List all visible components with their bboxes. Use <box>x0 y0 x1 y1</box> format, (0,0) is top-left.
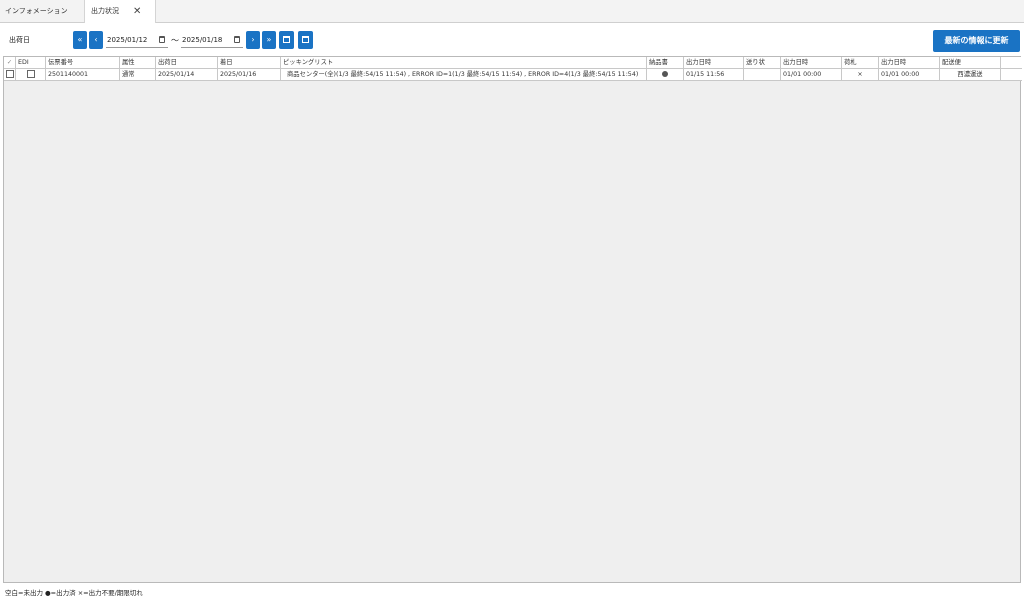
col-carrier[interactable]: 配送便 <box>940 57 1001 69</box>
cell-attribute[interactable]: 通常 <box>120 69 156 81</box>
date-range-separator: ～ <box>171 36 179 45</box>
toolbar: 出荷日 « ‹ 2025/01/12 ～ 2025/01/18 › » 最新の情… <box>0 23 1024 56</box>
printed-status-icon <box>662 70 668 77</box>
cell-output-datetime[interactable]: 01/01 00:00 <box>879 69 940 81</box>
cell-picking-list[interactable]: 商品センター(全)(1/3 最終:54/15 11:54) , ERROR ID… <box>281 69 647 81</box>
first-week-button[interactable]: « <box>73 31 87 49</box>
row-select-checkbox[interactable] <box>4 69 16 81</box>
col-ship-date[interactable]: 出荷日 <box>156 57 218 69</box>
calendar-icon[interactable] <box>234 36 240 43</box>
cell-filler <box>1001 69 1022 81</box>
today-button[interactable] <box>298 31 313 49</box>
prev-day-button[interactable]: ‹ <box>89 31 103 49</box>
cell-carrier[interactable]: 西濃運送 <box>940 69 1001 81</box>
col-tag[interactable]: 荷札 <box>842 57 879 69</box>
col-edi[interactable]: EDI <box>16 57 46 69</box>
col-delivery-note[interactable]: 納品書 <box>647 57 684 69</box>
status-legend: 空白=未出力 ●=出力済 ×=出力不要/期限切れ <box>5 589 143 597</box>
col-output-datetime[interactable]: 出力日時 <box>781 57 842 69</box>
cell-output-datetime[interactable]: 01/01 00:00 <box>781 69 842 81</box>
cell-output-datetime[interactable]: 01/15 11:56 <box>684 69 744 81</box>
cell-invoice[interactable] <box>744 69 781 81</box>
last-week-button[interactable]: » <box>262 31 276 49</box>
cell-ship-date[interactable]: 2025/01/14 <box>156 69 218 81</box>
col-attribute[interactable]: 属性 <box>120 57 156 69</box>
date-from-value: 2025/01/12 <box>107 36 148 44</box>
col-output-datetime[interactable]: 出力日時 <box>684 57 744 69</box>
checkbox[interactable] <box>5 69 14 78</box>
edi-checkbox[interactable] <box>26 69 35 78</box>
col-picking-list[interactable]: ピッキングリスト <box>281 57 647 69</box>
ship-date-label: 出荷日 <box>9 36 30 44</box>
next-day-button[interactable]: › <box>246 31 260 49</box>
col-filler <box>1001 57 1022 69</box>
table-row[interactable]: 2501140001 通常 2025/01/14 2025/01/16 商品セン… <box>4 69 1022 81</box>
col-output-datetime[interactable]: 出力日時 <box>879 57 940 69</box>
calendar-icon <box>302 36 309 43</box>
tab-output-status[interactable]: 出力状況 ✕ <box>85 0 156 24</box>
col-invoice[interactable]: 送り状 <box>744 57 781 69</box>
calendar-button[interactable] <box>279 31 294 49</box>
date-to-value: 2025/01/18 <box>182 36 223 44</box>
cell-tag[interactable]: × <box>842 69 879 81</box>
col-arrival-date[interactable]: 着日 <box>218 57 281 69</box>
calendar-icon[interactable] <box>159 36 165 43</box>
edi-checkbox-cell[interactable] <box>16 69 46 81</box>
calendar-icon <box>283 36 290 43</box>
cell-slip-no[interactable]: 2501140001 <box>46 69 120 81</box>
close-icon[interactable]: ✕ <box>133 0 141 23</box>
tab-bar: インフォメーション 出力状況 ✕ <box>0 0 1024 24</box>
col-slip-no[interactable]: 伝票番号 <box>46 57 120 69</box>
output-status-grid: ✓ EDI 伝票番号 属性 出荷日 着日 ピッキングリスト 納品書 出力日時 送… <box>3 56 1022 583</box>
refresh-button[interactable]: 最新の情報に更新 <box>933 30 1020 52</box>
cell-delivery-note[interactable] <box>647 69 684 81</box>
tab-output-status-label: 出力状況 <box>91 7 119 15</box>
tab-information[interactable]: インフォメーション <box>0 0 85 23</box>
cell-arrival-date[interactable]: 2025/01/16 <box>218 69 281 81</box>
select-all-header[interactable]: ✓ <box>4 57 16 69</box>
table-header: ✓ EDI 伝票番号 属性 出荷日 着日 ピッキングリスト 納品書 出力日時 送… <box>4 57 1022 69</box>
